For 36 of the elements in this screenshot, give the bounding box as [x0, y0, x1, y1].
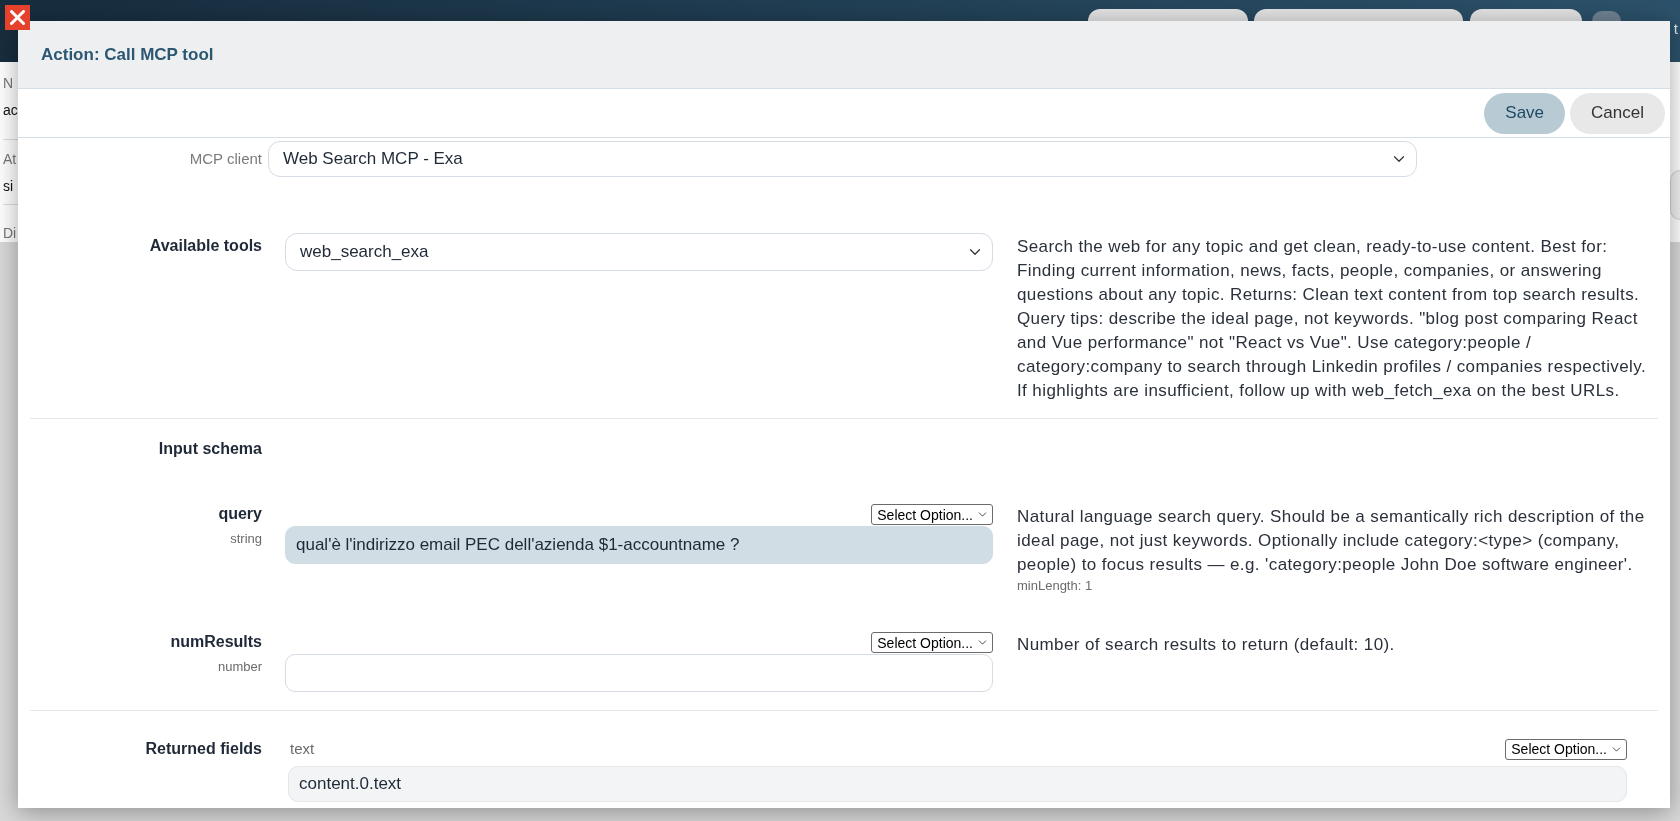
- avatar-icon[interactable]: [1591, 11, 1621, 21]
- section-label: Returned fields: [145, 739, 262, 759]
- header-button[interactable]: [1087, 9, 1248, 21]
- field-label: MCP client: [189, 148, 262, 169]
- field-value: ac: [3, 101, 18, 119]
- constraint-text: minLength: 1: [1017, 578, 1093, 594]
- param-description: Number of search results to return (default: 10).: [1017, 634, 1395, 656]
- tool-select[interactable]: web_search_exa: [285, 233, 993, 271]
- option-select[interactable]: Select Option...: [1505, 738, 1627, 760]
- param-type: string: [230, 531, 262, 547]
- field-label: N: [3, 74, 14, 92]
- field-input[interactable]: content.0.text: [288, 765, 1627, 802]
- header-text[interactable]: t: [1673, 20, 1678, 38]
- close-button[interactable]: [5, 5, 30, 30]
- param-input[interactable]: qual'è l'indirizzo email PEC dell'azienda $1-accountname ?: [285, 526, 993, 564]
- param-input[interactable]: [285, 654, 993, 692]
- header-button[interactable]: [1253, 9, 1463, 21]
- param-type: number: [217, 659, 262, 675]
- param-name: query: [218, 504, 262, 524]
- field-label: Di: [3, 224, 17, 242]
- field-value: si: [3, 176, 14, 195]
- field-label: At: [3, 149, 17, 168]
- close-icon: [10, 10, 25, 25]
- option-select[interactable]: Select Option...: [871, 632, 993, 653]
- header-button[interactable]: [1469, 9, 1582, 21]
- field-label: Available tools: [149, 236, 262, 256]
- dialog-title: Action: Call MCP tool: [41, 43, 214, 66]
- cancel-button[interactable]: Cancel: [1570, 92, 1665, 134]
- param-name: numResults: [170, 632, 262, 652]
- field-name: text: [289, 739, 315, 759]
- option-select[interactable]: Select Option...: [871, 504, 993, 525]
- save-button[interactable]: Save: [1484, 92, 1566, 134]
- client-select[interactable]: Web Search MCP - Exa: [268, 141, 1417, 177]
- param-description: Natural language search query. Should be a semantically rich description of the ideal page, not just keywords. Optionally include category:<type> (company, people) to focus results — e.g. 'category:people John Doe software engineer'.: [1017, 506, 1646, 576]
- tool-description: Search the web for any topic and get clean, ready-to-use content. Best for: Finding current information, news, facts, people, companies, or answering questions about any topic. Returns: Clean text content from top search results. Query tips: describe the ideal page, not keywords. "blog post comparing React and Vue performance" not "React vs Vue". Use category:people / category:company to search through Linkedin profiles / companies respectively. If highlights are insufficient, follow up with web_fetch_exa on the best URLs.: [1017, 236, 1648, 402]
- section-label: Input schema: [158, 439, 262, 459]
